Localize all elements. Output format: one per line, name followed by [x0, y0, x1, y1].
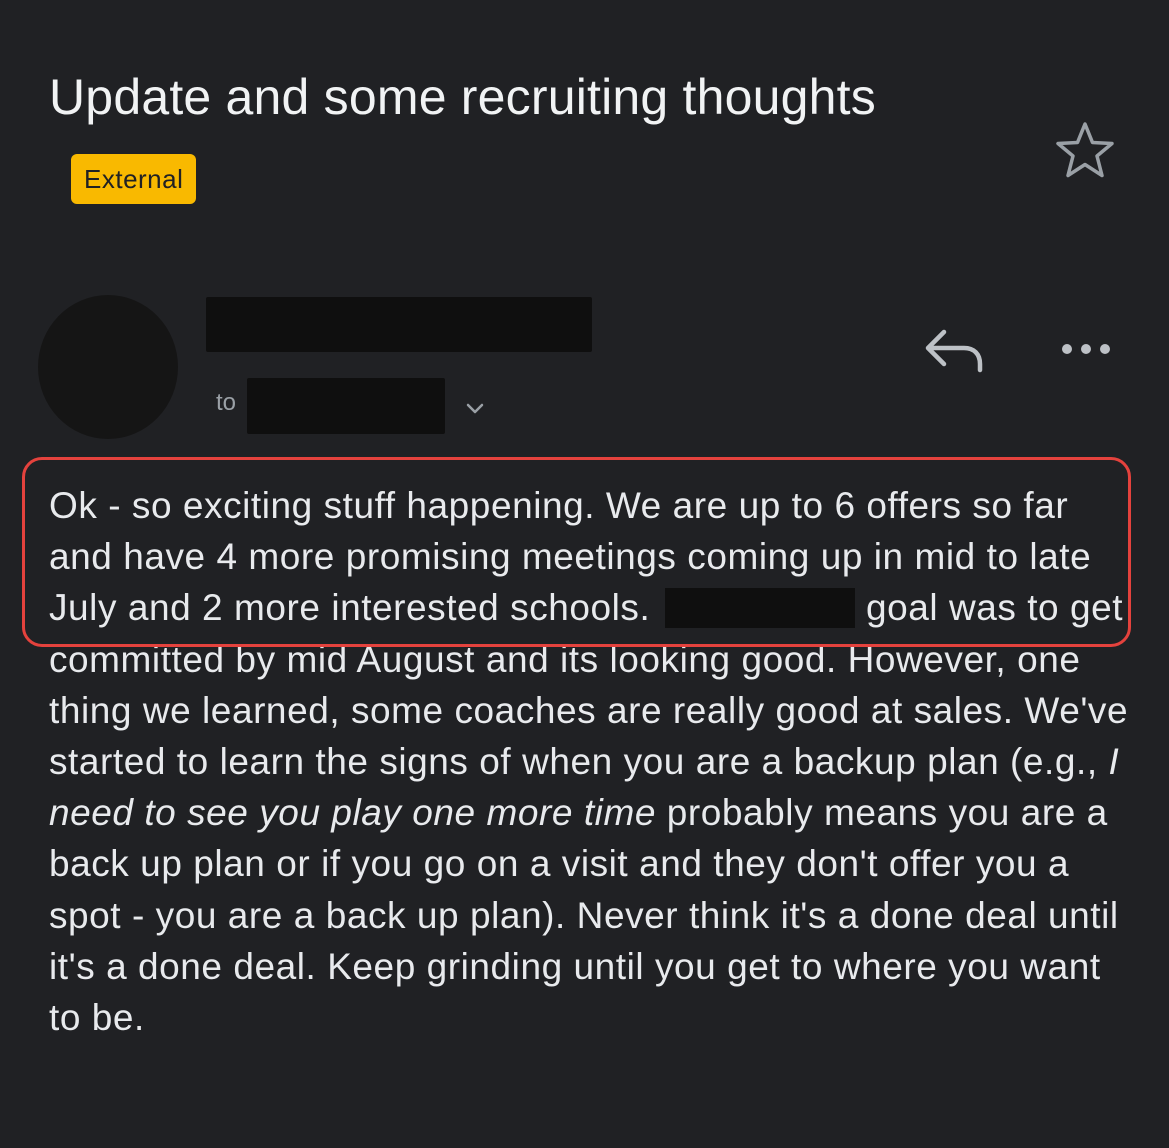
body-redacted-text [665, 588, 856, 629]
email-body: Ok - so exciting stuff happening. We are… [49, 480, 1129, 1043]
reply-icon[interactable] [922, 324, 988, 376]
sender-avatar[interactable] [38, 295, 178, 439]
to-label: to [216, 389, 237, 416]
sender-name-redacted [206, 297, 592, 352]
chevron-down-icon[interactable] [460, 394, 490, 424]
star-icon[interactable] [1052, 118, 1118, 184]
more-options-icon[interactable] [1056, 330, 1116, 368]
email-subject: Update and some recruiting thoughts Exter… [49, 55, 989, 223]
external-badge: External [71, 154, 197, 204]
recipient-redacted [247, 378, 445, 434]
subject-text: Update and some recruiting thoughts [49, 69, 876, 125]
